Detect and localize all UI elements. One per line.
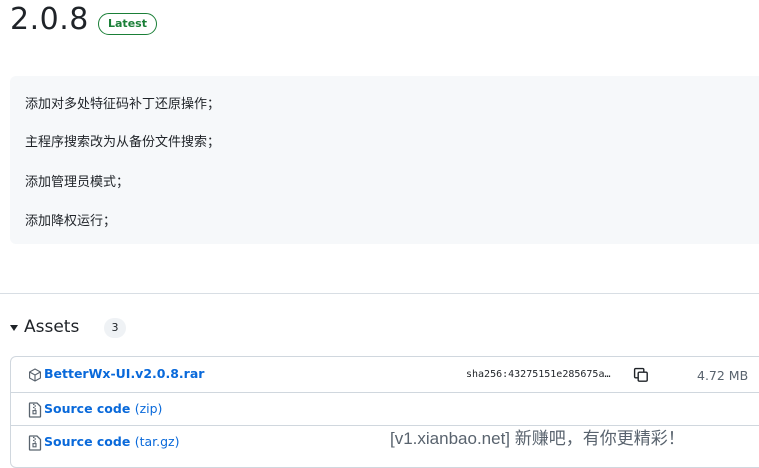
source-code-targz-link[interactable]: Source code (tar.gz): [44, 434, 179, 449]
note-line: 添加对多处特征码补丁还原操作；: [25, 97, 221, 112]
file-zip-icon: [28, 402, 42, 418]
package-icon: [29, 368, 41, 382]
note-line: 添加管理员模式；: [25, 175, 130, 190]
note-line: 主程序搜索改为从备份文件搜索；: [25, 135, 221, 150]
note-line: 添加降权运行；: [25, 214, 117, 229]
asset-size: 4.72 MB: [697, 368, 749, 383]
copy-icon[interactable]: [633, 367, 649, 383]
divider: [0, 293, 759, 294]
release-notes: 添加对多处特征码补丁还原操作； 主程序搜索改为从备份文件搜索； 添加管理员模式；…: [10, 76, 759, 244]
assets-toggle[interactable]: Assets: [10, 316, 79, 338]
asset-sha: sha256:43275151e285675a…: [466, 369, 611, 380]
latest-badge: Latest: [98, 13, 157, 35]
assets-list: BetterWx-UI.v2.0.8.rar sha256:43275151e2…: [10, 356, 759, 468]
assets-count: 3: [104, 318, 126, 338]
asset-name: BetterWx-UI.v2.0.8.rar: [44, 366, 205, 381]
asset-suffix: (zip): [134, 401, 163, 416]
watermark: [v1.xianbao.net] 新赚吧，有你更精彩！: [390, 429, 685, 448]
asset-name: Source code: [44, 401, 131, 416]
release-version: 2.0.8: [10, 2, 89, 37]
asset-name: Source code: [44, 434, 131, 449]
assets-title: Assets: [24, 317, 80, 337]
file-zip-icon: [28, 435, 42, 451]
triangle-down-icon: [10, 325, 18, 331]
asset-suffix: (tar.gz): [134, 434, 180, 449]
asset-download-link[interactable]: BetterWx-UI.v2.0.8.rar: [44, 366, 204, 381]
asset-row: Source code (zip): [11, 392, 759, 427]
asset-row: BetterWx-UI.v2.0.8.rar sha256:43275151e2…: [11, 358, 759, 392]
source-code-zip-link[interactable]: Source code (zip): [44, 401, 162, 416]
